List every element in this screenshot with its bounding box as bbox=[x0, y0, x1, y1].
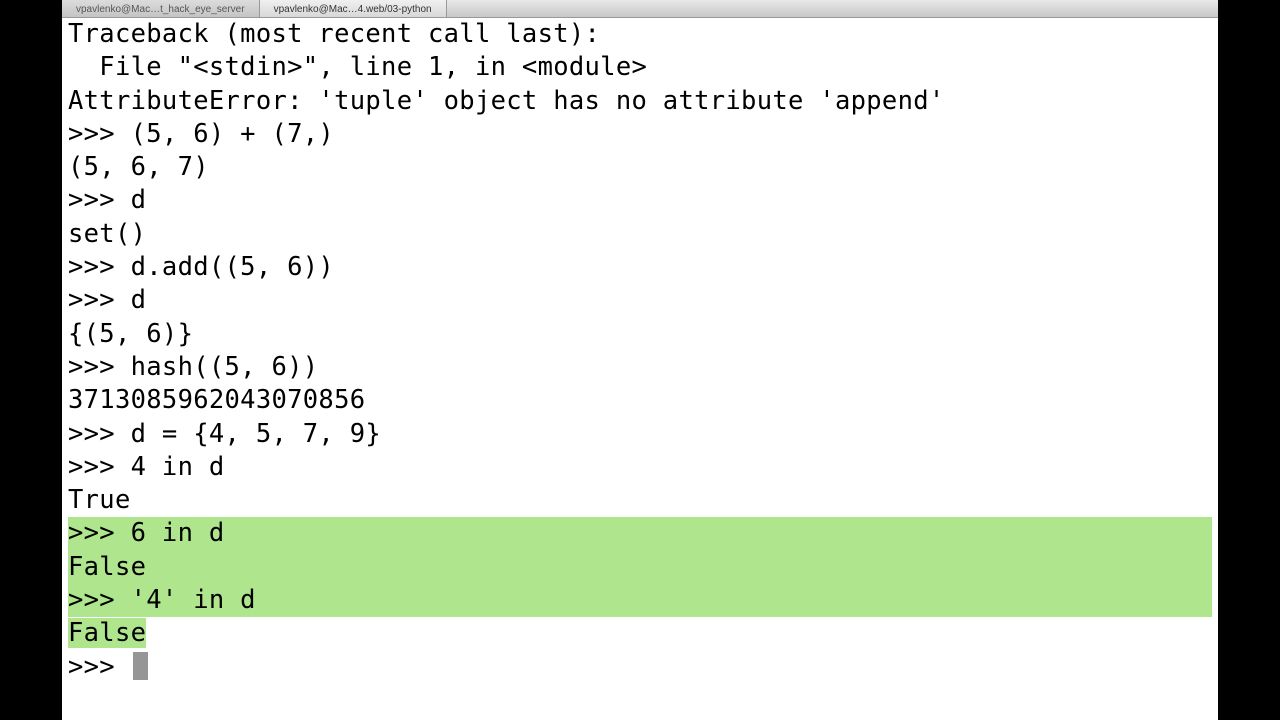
terminal-line: >>> hash((5, 6)) bbox=[68, 351, 1212, 384]
terminal-line: False bbox=[68, 551, 1212, 584]
terminal-line: True bbox=[68, 484, 1212, 517]
terminal-line: >>> 4 in d bbox=[68, 451, 1212, 484]
terminal-line: {(5, 6)} bbox=[68, 318, 1212, 351]
terminal-line: >>> (5, 6) + (7,) bbox=[68, 118, 1212, 151]
terminal-line: (5, 6, 7) bbox=[68, 151, 1212, 184]
cursor-icon bbox=[133, 652, 148, 680]
tab-label: vpavlenko@Mac…t_hack_eye_server bbox=[76, 4, 245, 15]
terminal-line: >>> '4' in d bbox=[68, 584, 1212, 617]
terminal-line: >>> d bbox=[68, 184, 1212, 217]
terminal-line: File "<stdin>", line 1, in <module> bbox=[68, 51, 1212, 84]
tab-bar: vpavlenko@Mac…t_hack_eye_server vpavlenk… bbox=[62, 0, 1218, 18]
terminal-line: set() bbox=[68, 218, 1212, 251]
tab-2[interactable]: vpavlenko@Mac…4.web/03-python bbox=[260, 0, 447, 17]
terminal-line: >>> d.add((5, 6)) bbox=[68, 251, 1212, 284]
terminal-line: >>> d bbox=[68, 284, 1212, 317]
terminal-line: AttributeError: 'tuple' object has no at… bbox=[68, 85, 1212, 118]
terminal-line: 3713085962043070856 bbox=[68, 384, 1212, 417]
terminal-prompt: >>> bbox=[68, 651, 1212, 684]
terminal-line: False bbox=[68, 617, 1212, 650]
terminal-line: >>> d = {4, 5, 7, 9} bbox=[68, 418, 1212, 451]
terminal-output[interactable]: Traceback (most recent call last): File … bbox=[62, 18, 1218, 720]
terminal-line: >>> 6 in d bbox=[68, 517, 1212, 550]
tab-1[interactable]: vpavlenko@Mac…t_hack_eye_server bbox=[62, 0, 260, 17]
tab-label: vpavlenko@Mac…4.web/03-python bbox=[274, 4, 432, 15]
terminal-window: vpavlenko@Mac…t_hack_eye_server vpavlenk… bbox=[62, 0, 1218, 720]
terminal-line: Traceback (most recent call last): bbox=[68, 18, 1212, 51]
